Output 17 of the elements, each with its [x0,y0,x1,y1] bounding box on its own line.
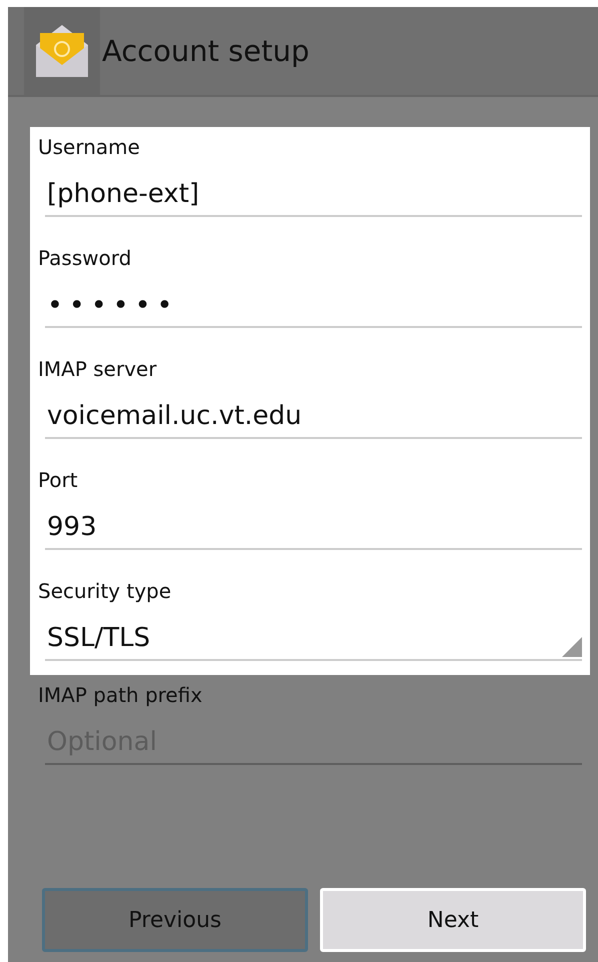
field-label: Port [38,468,79,492]
previous-button[interactable]: Previous [42,888,308,952]
field-label: Security type [38,579,172,603]
field-label: Username [38,135,141,159]
password-field[interactable]: •••••• [45,284,582,328]
input-field[interactable]: voicemail.uc.vt.edu [45,395,582,439]
input-field[interactable]: [phone-ext] [45,173,582,217]
input-field[interactable]: 993 [45,506,582,550]
field-label: Password [38,246,132,270]
field-label: IMAP server [38,357,158,381]
dropdown-corner-icon [562,637,582,657]
security-dropdown[interactable]: SSL/TLS [45,617,582,661]
next-button[interactable]: Next [320,888,586,952]
field-label: IMAP path prefix [38,683,204,707]
app-icon-cell[interactable] [24,7,100,95]
screen-title: Account setup [102,34,310,68]
mail-envelope-icon [34,23,90,79]
